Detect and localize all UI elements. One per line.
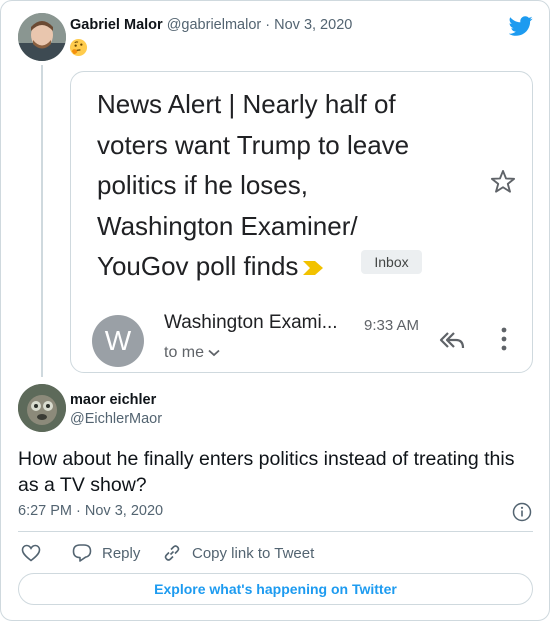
explore-twitter-button[interactable]: Explore what's happening on Twitter bbox=[18, 573, 533, 605]
recipient-line: to me bbox=[164, 344, 220, 362]
twitter-bird-icon[interactable] bbox=[509, 14, 533, 38]
tweet-timestamp[interactable]: 6:27 PM · Nov 3, 2020 bbox=[18, 503, 163, 519]
sender-name: Washington Exami... bbox=[164, 312, 338, 333]
copy-link-button[interactable]: Copy link to Tweet bbox=[162, 541, 314, 565]
header-separator: · bbox=[265, 17, 271, 33]
link-icon bbox=[164, 545, 180, 561]
recipient-text: to me bbox=[164, 344, 205, 361]
sender-avatar: W bbox=[92, 315, 144, 367]
gabriel-malor-avatar[interactable] bbox=[18, 13, 66, 61]
reply-author-handle[interactable]: @EichlerMaor bbox=[70, 411, 162, 427]
parent-author-name[interactable]: Gabriel Malor bbox=[70, 17, 163, 33]
info-icon[interactable] bbox=[512, 502, 532, 522]
reply-all-icon bbox=[439, 332, 465, 349]
inbox-label: Inbox bbox=[361, 250, 422, 274]
chevron-down-icon bbox=[208, 349, 220, 356]
copy-link-label: Copy link to Tweet bbox=[192, 544, 315, 562]
thread-line bbox=[41, 65, 43, 377]
maor-eichler-avatar[interactable] bbox=[18, 384, 66, 432]
reply-button[interactable]: Reply bbox=[72, 541, 140, 565]
star-icon bbox=[490, 169, 516, 193]
more-vertical-icon bbox=[501, 327, 507, 351]
like-button[interactable] bbox=[21, 541, 51, 565]
importance-marker-icon bbox=[303, 261, 324, 276]
reply-icon bbox=[72, 544, 92, 562]
reply-tweet-text: How about he finally enters politics ins… bbox=[18, 448, 515, 496]
reply-label: Reply bbox=[102, 544, 141, 562]
parent-tweet-date[interactable]: Nov 3, 2020 bbox=[274, 17, 352, 33]
divider bbox=[18, 531, 533, 532]
thinking-face-emoji bbox=[69, 38, 88, 57]
parent-tweet-header: Gabriel Malor @gabrielmalor · Nov 3, 202… bbox=[70, 17, 352, 33]
tweet-card: Gabriel Malor @gabrielmalor · Nov 3, 202… bbox=[0, 0, 550, 621]
email-screenshot[interactable]: News Alert | Nearly half of voters want … bbox=[70, 71, 533, 373]
email-time: 9:33 AM bbox=[364, 317, 420, 334]
heart-icon bbox=[21, 544, 41, 562]
reply-author-name[interactable]: maor eichler bbox=[70, 392, 156, 408]
parent-author-handle[interactable]: @gabrielmalor bbox=[167, 17, 262, 33]
